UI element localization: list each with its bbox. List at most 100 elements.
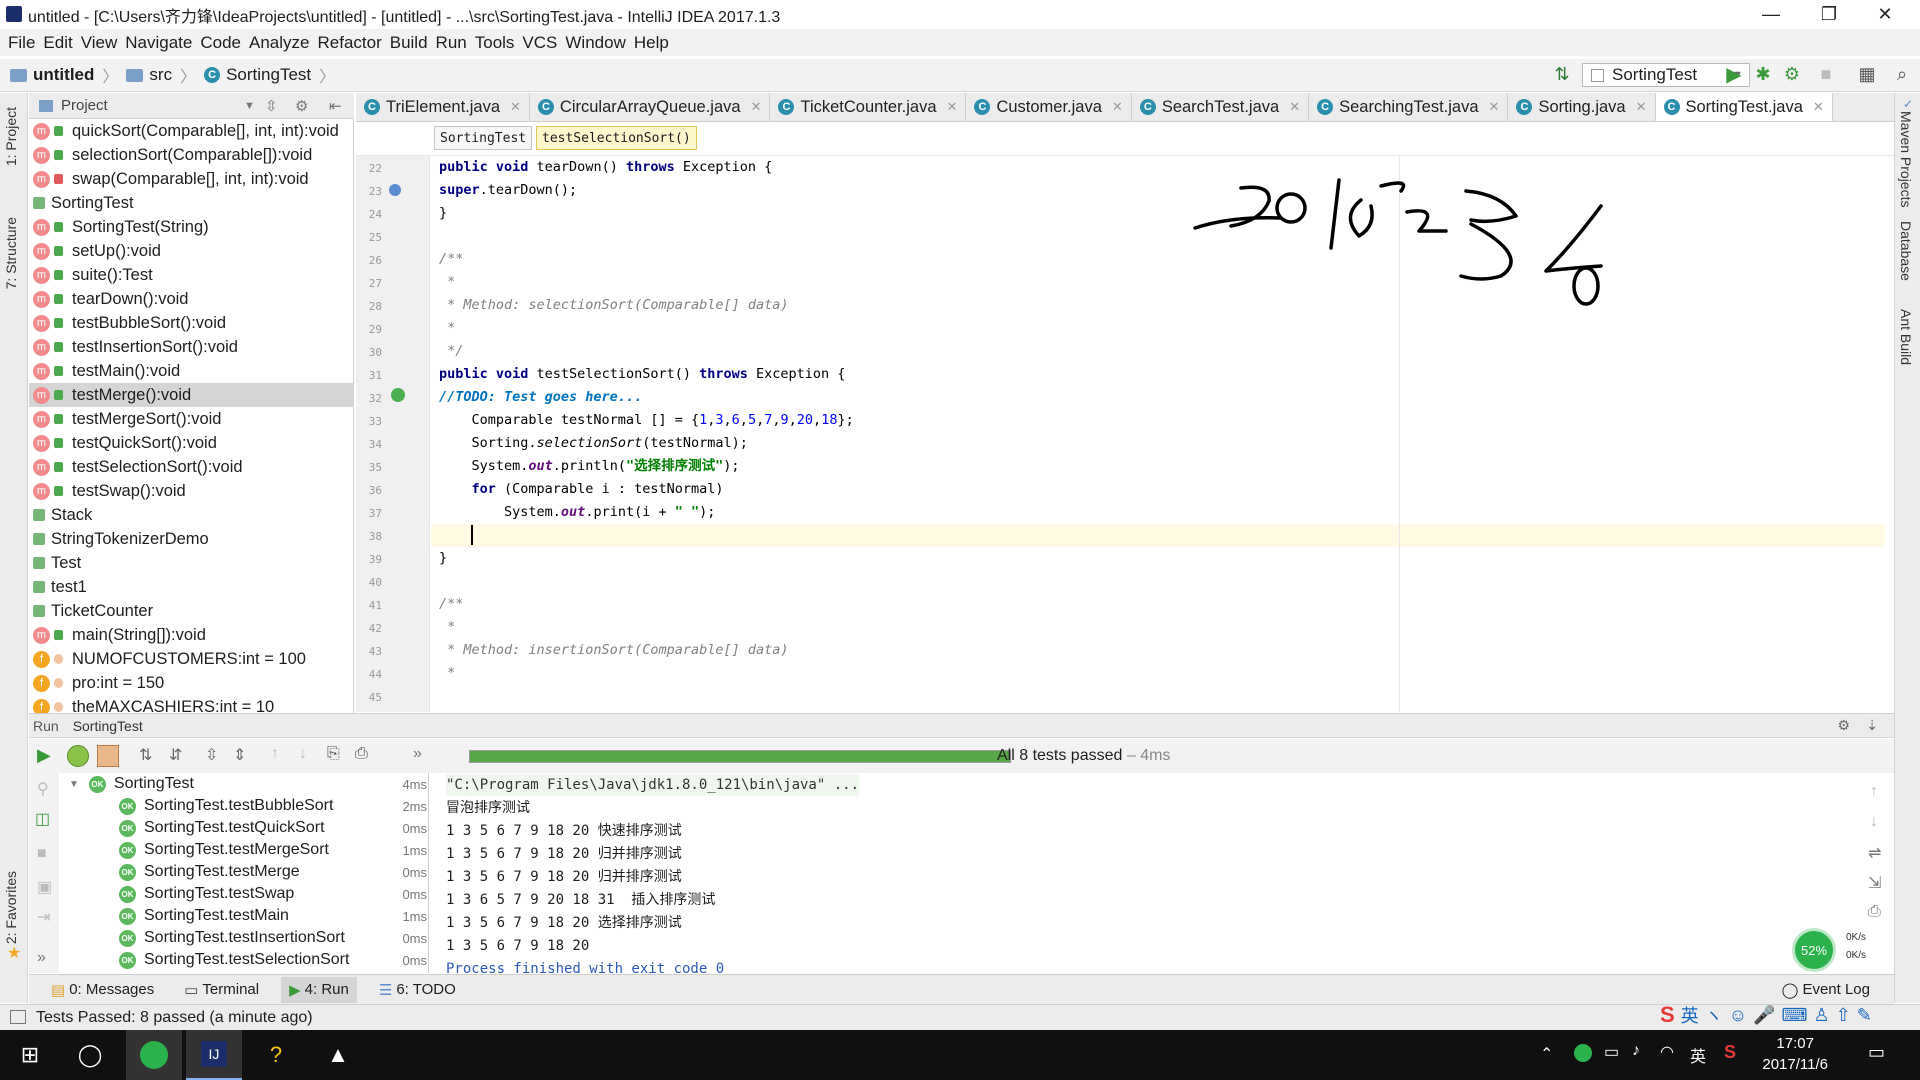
scroll-end-icon[interactable]: ⇲ [1868,873,1881,893]
menu-navigate[interactable]: Navigate [125,33,192,53]
test-row[interactable]: OK SortingTest.testSelectionSort 0ms [59,949,428,971]
run-tab-label[interactable]: SortingTest [73,718,143,734]
show-ignored-icon[interactable] [97,745,119,767]
soft-wrap-icon[interactable]: ⇌ [1868,843,1881,863]
tree-item-class[interactable]: TicketCounter [29,599,353,623]
shirt-icon[interactable]: ⇧ [1836,1005,1851,1026]
tab-maven[interactable]: Maven Projects [1898,111,1914,207]
menu-run[interactable]: Run [436,33,467,53]
more-icon[interactable]: » [37,949,46,967]
hide-icon[interactable]: ⇤ [329,97,342,115]
notifications-icon[interactable]: ▭ [1868,1042,1885,1063]
test-row[interactable]: OK SortingTest.testQuickSort 0ms [59,817,428,839]
tree-item-selected[interactable]: m testMerge():void [29,383,353,407]
menu-code[interactable]: Code [200,33,241,53]
tab-ticketcounter[interactable]: C TicketCounter.java ✕ [770,93,967,121]
crumb-class[interactable]: SortingTest [434,126,533,150]
menu-edit[interactable]: Edit [43,33,72,53]
menu-help[interactable]: Help [634,33,669,53]
tab-searchtest[interactable]: C SearchTest.java ✕ [1132,93,1310,121]
tab-terminal[interactable]: ▭ Terminal [176,977,267,1003]
tab-structure-tool[interactable]: 7: Structure [3,217,19,289]
tree-item[interactable]: m tearDown():void [29,287,353,311]
tab-project-tool[interactable]: 1: Project [3,107,19,166]
collapse-icon[interactable]: ⇳ [265,97,278,115]
menu-refactor[interactable]: Refactor [317,33,381,53]
menu-file[interactable]: File [8,33,35,53]
tray-chevron-icon[interactable]: ⌃ [1540,1044,1553,1064]
exit-icon[interactable]: ⇥ [37,907,50,927]
ime-language[interactable]: 英 [1681,1002,1699,1028]
expand-all-icon[interactable]: ⇳ [205,745,218,765]
tree-item-class[interactable]: Test [29,551,353,575]
project-structure-icon[interactable]: ▦ [1855,62,1879,86]
tab-ant-build[interactable]: Ant Build [1898,309,1914,365]
toggle-tool-windows-icon[interactable] [10,1010,26,1024]
restore-button[interactable]: ❐ [1806,0,1852,29]
intellij-taskbar-icon[interactable]: IJ [186,1030,242,1080]
show-passed-icon[interactable] [67,745,89,767]
close-icon[interactable]: ✕ [1636,99,1647,115]
test-row[interactable]: OK SortingTest.testBubbleSort 2ms [59,795,428,817]
override-marker-icon[interactable] [389,184,401,196]
tree-item[interactable]: f NUMOFCUSTOMERS:int = 100 [29,647,353,671]
camera-icon[interactable]: ▣ [37,877,52,897]
tree-item[interactable]: m main(String[]):void [29,623,353,647]
close-icon[interactable]: ✕ [1112,99,1123,115]
tab-favorites-tool[interactable]: 2: Favorites [3,871,19,944]
tray-language[interactable]: 英 [1690,1043,1706,1067]
menu-view[interactable]: View [81,33,118,53]
close-icon[interactable]: ✕ [751,99,762,115]
tree-item[interactable]: m testMergeSort():void [29,407,353,431]
chevron-down-icon[interactable]: ▼ [244,100,255,112]
tab-searchingtest[interactable]: C SearchingTest.java ✕ [1309,93,1509,121]
cortana-icon[interactable]: ◯ [62,1030,118,1080]
sort-vcs-icon[interactable]: ⇅ [1550,62,1574,86]
tray-sogou-icon[interactable]: S [1724,1042,1736,1063]
tree-item[interactable]: m selectionSort(Comparable[]):void [29,143,353,167]
console-output[interactable]: "C:\Program Files\Java\jdk1.8.0_121\bin\… [430,773,1894,973]
battery-icon[interactable]: ▭ [1604,1042,1619,1062]
collapse-all-icon[interactable]: ⇕ [233,745,246,765]
menu-window[interactable]: Window [565,33,625,53]
keyboard-icon[interactable]: ⌨ [1782,1005,1808,1026]
tree-item[interactable]: f theMAXCASHIERS:int = 10 [29,695,353,713]
tree-item[interactable]: m SortingTest(String) [29,215,353,239]
test-row[interactable]: OK SortingTest.testMain 1ms [59,905,428,927]
gear-icon[interactable]: ⚙ [1837,717,1850,734]
tree-item-class[interactable]: StringTokenizerDemo [29,527,353,551]
tree-item[interactable]: m quickSort(Comparable[], int, int):void [29,119,353,143]
previous-icon[interactable]: ↑ [271,745,279,763]
tree-item-class[interactable]: test1 [29,575,353,599]
help-taskbar-icon[interactable]: ? [248,1030,304,1080]
project-view-select[interactable]: Project [61,97,108,114]
rerun-icon[interactable]: ▶ [37,745,51,766]
menu-analyze[interactable]: Analyze [249,33,309,53]
close-icon[interactable]: ✕ [1289,99,1300,115]
test-row[interactable]: OK SortingTest.testInsertionSort 0ms [59,927,428,949]
tree-item[interactable]: m testSelectionSort():void [29,455,353,479]
volume-icon[interactable]: ♪ [1632,1042,1640,1060]
search-icon[interactable]: ⌕ [1890,62,1914,86]
hide-panel-icon[interactable]: ⇣ [1866,717,1878,734]
photos-taskbar-icon[interactable]: ▲ [310,1030,366,1080]
close-icon[interactable]: ✕ [510,99,521,115]
event-log-button[interactable]: ◯ Event Log [1774,977,1878,1003]
test-suite-row[interactable]: ▼ OK SortingTest 4ms [59,773,428,795]
close-icon[interactable]: ✕ [1813,99,1824,115]
tab-sorting[interactable]: C Sorting.java ✕ [1508,93,1656,121]
sogou-icon[interactable]: S [1660,1002,1675,1028]
test-row[interactable]: OK SortingTest.testMerge 0ms [59,861,428,883]
close-button[interactable]: ✕ [1862,0,1908,29]
tree-item[interactable]: m setUp():void [29,239,353,263]
punctuation-icon[interactable]: ヽ [1705,1002,1723,1028]
run-test-icon[interactable] [391,388,405,402]
breadcrumb-file[interactable]: C SortingTest [204,65,311,85]
tab-todo[interactable]: ☰ 6: TODO [371,977,464,1003]
stop-icon[interactable]: ■ [1814,62,1838,86]
tree-item[interactable]: m testQuickSort():void [29,431,353,455]
coverage-icon[interactable]: ⚙ [1780,62,1804,86]
breadcrumb-project[interactable]: untitled [10,65,94,85]
tree-item[interactable]: m suite():Test [29,263,353,287]
menu-build[interactable]: Build [390,33,428,53]
